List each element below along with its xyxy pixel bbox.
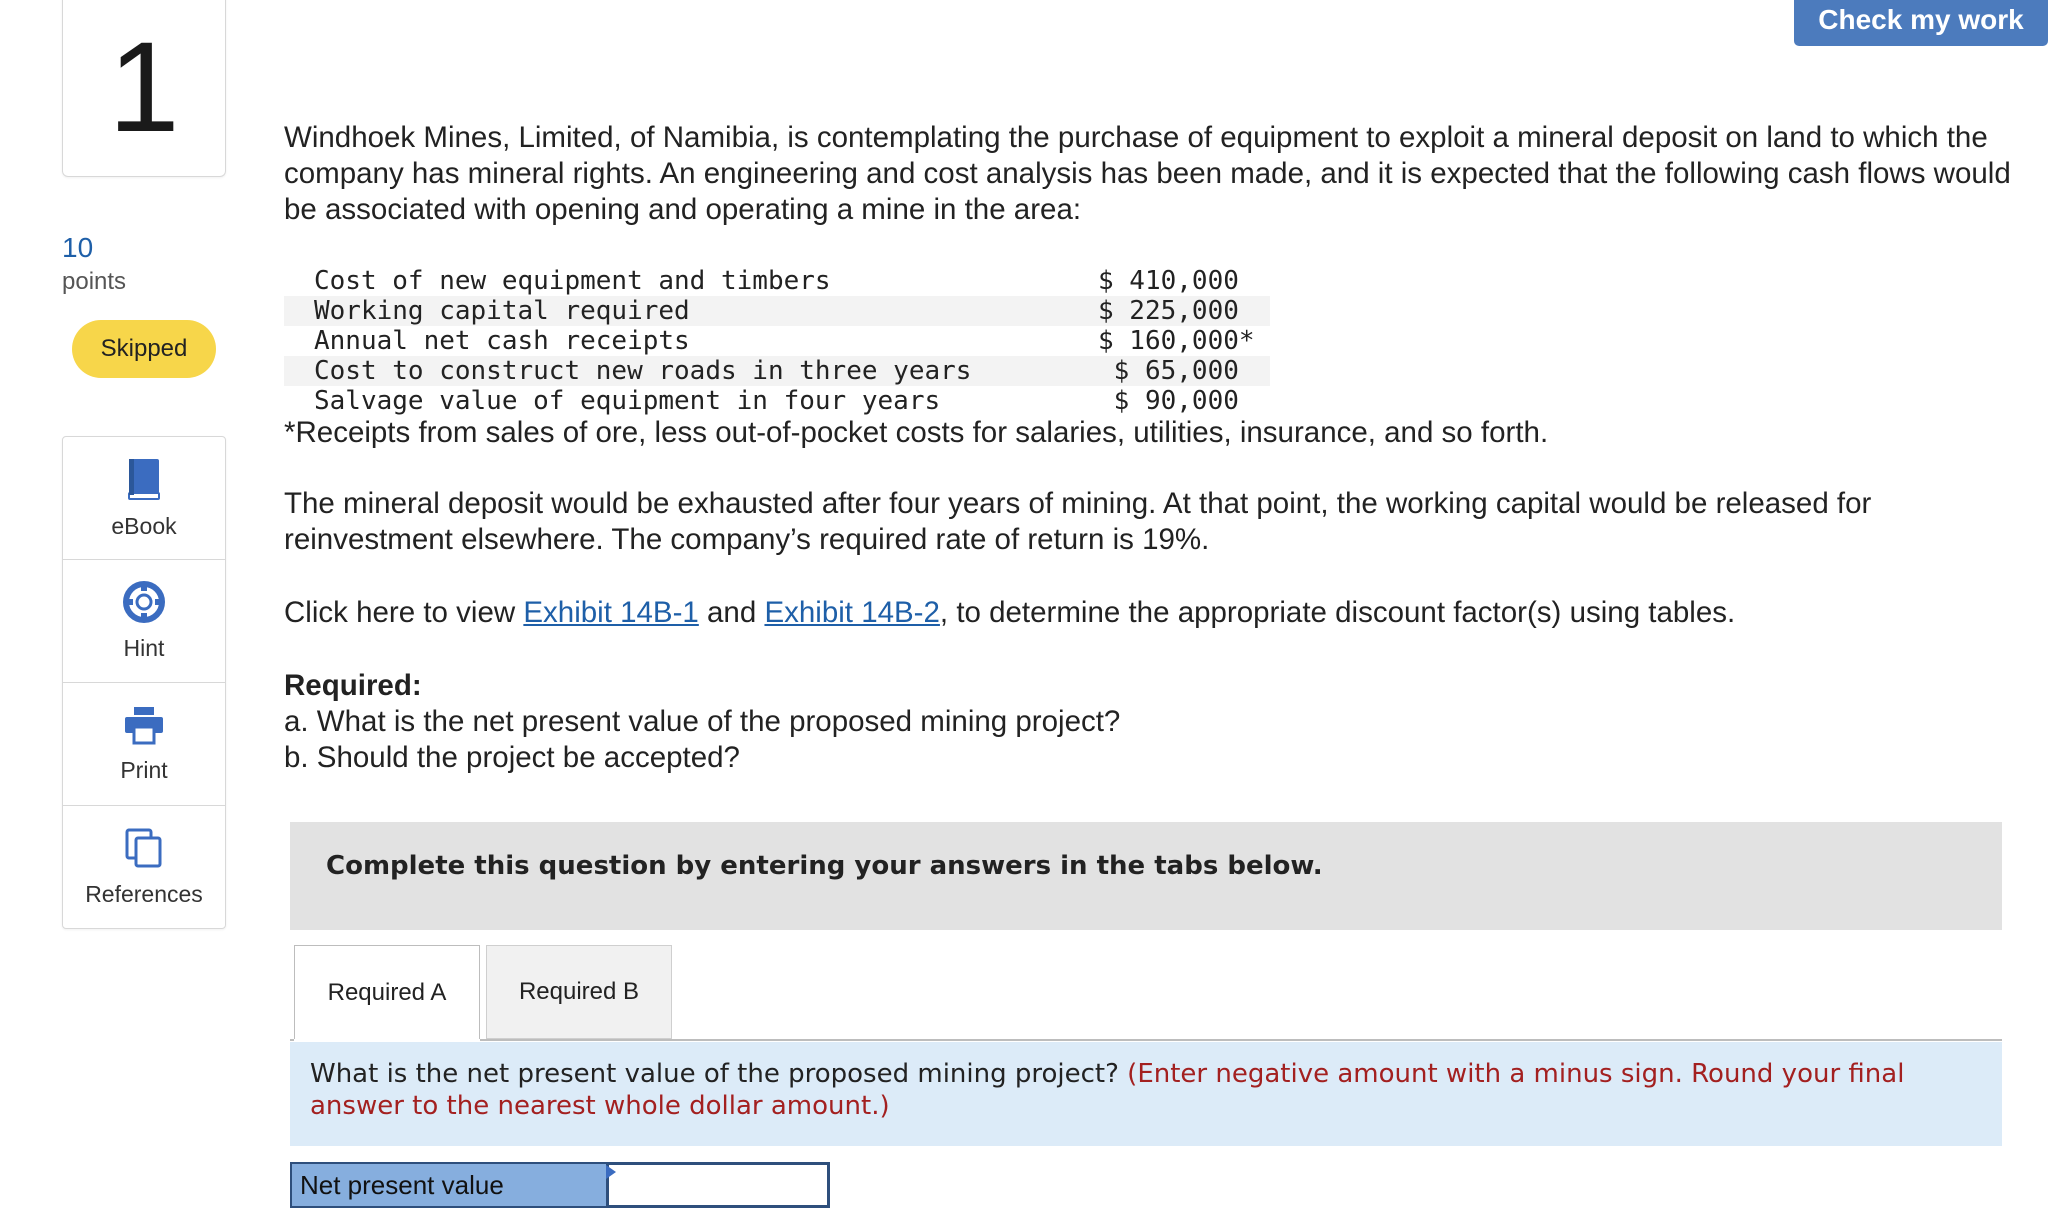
- references-label: References: [85, 880, 203, 907]
- instruction-bar: Complete this question by entering your …: [290, 822, 2002, 930]
- cash-flow-item: Cost to construct new roads in three yea…: [314, 356, 972, 386]
- cash-flow-table: Cost of new equipment and timbers $ 410,…: [284, 266, 1270, 416]
- print-label: Print: [120, 756, 168, 783]
- input-marker-icon: [606, 1165, 616, 1179]
- question-panel: What is the net present value of the pro…: [290, 1042, 2002, 1146]
- net-present-value-label: Net present value: [290, 1162, 608, 1208]
- cash-flow-amount: $ 160,000*: [1098, 326, 1255, 356]
- cash-flow-item: Salvage value of equipment in four years: [314, 386, 941, 416]
- hint-button[interactable]: Hint: [63, 560, 225, 683]
- ebook-button[interactable]: eBook: [63, 437, 225, 560]
- question-number: 1: [108, 16, 180, 159]
- net-present-value-input[interactable]: [606, 1162, 830, 1208]
- cash-flow-amount: $ 90,000: [1098, 386, 1239, 416]
- lifebuoy-icon: [123, 580, 165, 623]
- tools-panel: eBook Hint Print References: [62, 436, 226, 929]
- paragraph-exhibits: Click here to view Exhibit 14B-1 and Exh…: [284, 595, 2044, 631]
- references-button[interactable]: References: [63, 806, 225, 928]
- points-value: 10: [62, 232, 94, 263]
- intro-text: Windhoek Mines, Limited, of Namibia, is …: [284, 121, 2011, 226]
- book-icon: [128, 458, 160, 500]
- cash-flow-amount: $ 225,000: [1098, 296, 1239, 326]
- table-row: Salvage value of equipment in four years…: [284, 386, 1270, 416]
- tab-required-b[interactable]: Required B: [486, 945, 672, 1039]
- tab-divider: [480, 1039, 2002, 1041]
- cash-flow-item: Annual net cash receipts: [314, 326, 690, 356]
- table-row: Cost to construct new roads in three yea…: [284, 356, 1270, 386]
- printer-icon: [125, 706, 163, 744]
- required-title: Required:: [284, 669, 422, 702]
- points-label: points: [62, 268, 127, 295]
- cash-flow-item: Working capital required: [314, 296, 690, 326]
- exhibit-14b-1-link[interactable]: Exhibit 14B-1: [523, 596, 698, 629]
- para3-mid: and: [698, 596, 765, 629]
- exhibit-14b-2-link[interactable]: Exhibit 14B-2: [764, 596, 939, 629]
- instruction-text: Complete this question by entering your …: [326, 851, 1323, 881]
- hint-label: Hint: [123, 634, 165, 661]
- print-button[interactable]: Print: [63, 683, 225, 806]
- question-intro: Windhoek Mines, Limited, of Namibia, is …: [284, 116, 2044, 228]
- question-number-box: 1: [62, 0, 226, 177]
- required-a-text: a. What is the net present value of the …: [284, 705, 1121, 738]
- para2-text: The mineral deposit would be exhausted a…: [284, 487, 1872, 556]
- table-row: Cost of new equipment and timbers $ 410,…: [284, 266, 1270, 296]
- para3-post: , to determine the appropriate discount …: [939, 596, 1736, 629]
- ebook-label: eBook: [111, 512, 177, 539]
- table-row: Annual net cash receipts $ 160,000*: [284, 326, 1270, 356]
- para3-pre: Click here to view: [284, 596, 524, 629]
- check-my-work-button[interactable]: Check my work: [1794, 0, 2048, 46]
- table-row: Working capital required $ 225,000: [284, 296, 1270, 326]
- copy-icon: [125, 828, 162, 867]
- tab-required-a[interactable]: Required A: [294, 945, 480, 1039]
- cash-flow-amount: $ 410,000: [1098, 266, 1239, 296]
- panel-question: What is the net present value of the pro…: [310, 1059, 1128, 1089]
- paragraph-exhaustion: The mineral deposit would be exhausted a…: [284, 486, 2044, 558]
- tab-divider: [290, 1039, 294, 1041]
- cash-flow-amount: $ 65,000: [1098, 356, 1239, 386]
- required-b-text: b. Should the project be accepted?: [284, 741, 740, 774]
- footnote: *Receipts from sales of ore, less out-of…: [284, 416, 1549, 449]
- cash-flow-item: Cost of new equipment and timbers: [314, 266, 831, 296]
- para3-text: Click here to view Exhibit 14B-1 and Exh…: [284, 595, 2044, 631]
- status-badge: Skipped: [72, 320, 216, 378]
